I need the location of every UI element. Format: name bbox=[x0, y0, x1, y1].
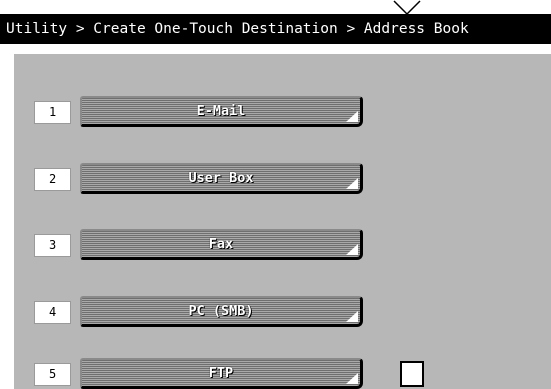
button-label: Fax bbox=[208, 236, 234, 252]
corner-triangle-icon bbox=[346, 244, 358, 255]
selection-checkbox[interactable] bbox=[400, 361, 424, 387]
ftp-button[interactable]: FTP bbox=[80, 358, 363, 389]
corner-triangle-icon bbox=[346, 373, 358, 384]
destination-number: 4 bbox=[34, 301, 71, 324]
address-book-screen: Utility > Create One-Touch Destination >… bbox=[0, 0, 551, 389]
destination-panel: 1 E-Mail 2 User Box 3 Fax 4 PC (SMB) 5 F… bbox=[14, 54, 551, 389]
destination-row-fax: 3 Fax bbox=[14, 229, 551, 263]
destination-number: 1 bbox=[34, 101, 71, 124]
user-box-button[interactable]: User Box bbox=[80, 163, 363, 194]
destination-row-email: 1 E-Mail bbox=[14, 96, 551, 130]
destination-number: 2 bbox=[34, 168, 71, 191]
button-label: E-Mail bbox=[196, 103, 246, 119]
button-label: User Box bbox=[188, 170, 254, 186]
title-bar: Utility > Create One-Touch Destination >… bbox=[0, 14, 551, 44]
destination-number: 3 bbox=[34, 234, 71, 257]
button-label: PC (SMB) bbox=[188, 303, 254, 319]
corner-triangle-icon bbox=[346, 178, 358, 189]
destination-row-ftp: 5 FTP bbox=[14, 358, 551, 389]
button-label: FTP bbox=[208, 365, 234, 381]
email-button[interactable]: E-Mail bbox=[80, 96, 363, 127]
destination-number: 5 bbox=[34, 363, 71, 386]
corner-triangle-icon bbox=[346, 311, 358, 322]
corner-triangle-icon bbox=[346, 111, 358, 122]
destination-row-user-box: 2 User Box bbox=[14, 163, 551, 197]
fax-button[interactable]: Fax bbox=[80, 229, 363, 260]
breadcrumb: Utility > Create One-Touch Destination >… bbox=[6, 21, 469, 37]
destination-row-pc-smb: 4 PC (SMB) bbox=[14, 296, 551, 330]
pc-smb-button[interactable]: PC (SMB) bbox=[80, 296, 363, 327]
header-divider bbox=[0, 44, 551, 54]
